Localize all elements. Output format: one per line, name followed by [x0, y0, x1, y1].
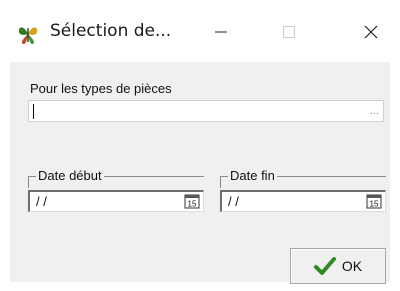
group-border-left: [220, 176, 221, 188]
minimize-button[interactable]: [198, 12, 244, 52]
group-border-left: [28, 176, 29, 188]
calendar-icon-text: 15: [370, 200, 379, 209]
date-start-label: Date début: [36, 168, 104, 183]
checkmark-icon: [313, 257, 336, 275]
ok-label: OK: [341, 258, 363, 274]
calendar-icon[interactable]: 15: [366, 194, 382, 209]
butterfly-app-icon: [18, 27, 38, 45]
date-end-group: Date fin / / 15: [220, 166, 386, 214]
date-start-input[interactable]: / / 15: [28, 190, 204, 212]
types-label: Pour les types de pièces: [30, 81, 172, 96]
types-input[interactable]: ...: [28, 100, 384, 122]
date-end-label: Date fin: [228, 168, 277, 183]
calendar-icon[interactable]: 15: [184, 194, 200, 209]
window-title: Sélection de...: [50, 21, 172, 41]
title-bar[interactable]: Sélection de...: [0, 0, 400, 62]
browse-button[interactable]: ...: [370, 105, 379, 117]
date-start-value: / /: [36, 194, 47, 209]
date-end-value: / /: [228, 194, 239, 209]
date-start-group: Date début / / 15: [28, 166, 204, 214]
close-icon: [364, 25, 378, 39]
text-caret: [33, 104, 34, 119]
date-end-input[interactable]: / / 15: [220, 190, 386, 212]
ok-button[interactable]: OK: [290, 248, 386, 284]
calendar-icon-text: 15: [188, 200, 197, 209]
minimize-icon: [215, 31, 227, 33]
maximize-icon: [283, 26, 295, 38]
dialog-body: Pour les types de pièces ... Date début …: [10, 62, 390, 284]
maximize-button[interactable]: [266, 12, 312, 52]
close-button[interactable]: [348, 12, 394, 52]
